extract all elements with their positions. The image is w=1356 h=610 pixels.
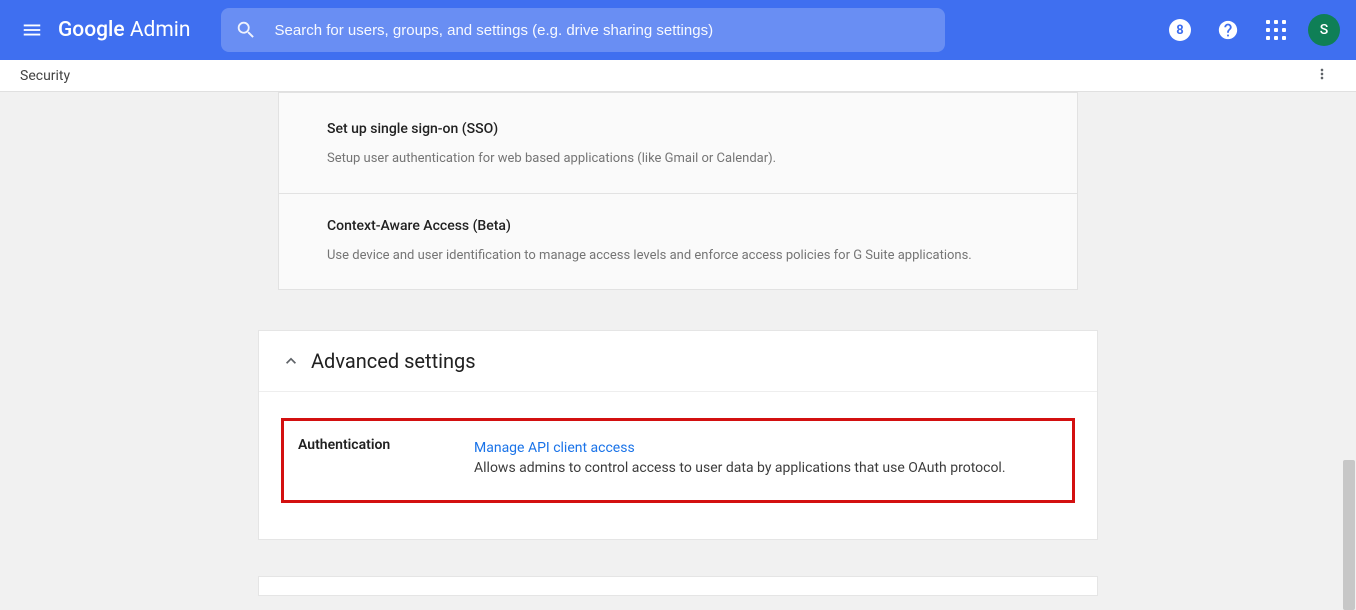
advanced-settings-toggle[interactable]: Advanced settings: [259, 331, 1097, 392]
scrollbar-track[interactable]: [1342, 92, 1356, 606]
sub-header: Security: [0, 60, 1356, 92]
page-content: Set up single sign-on (SSO) Setup user a…: [0, 92, 1356, 606]
chevron-up-icon: [281, 351, 301, 371]
row-title: Set up single sign-on (SSO): [327, 121, 1029, 137]
authentication-label: Authentication: [298, 437, 474, 476]
search-bar[interactable]: [221, 8, 945, 52]
setting-row-context-aware[interactable]: Context-Aware Access (Beta) Use device a…: [279, 193, 1077, 290]
account-avatar[interactable]: S: [1304, 10, 1344, 50]
header-actions: 8 S: [1160, 10, 1344, 50]
logo-google-text: Google: [58, 18, 125, 42]
settings-card-group: Set up single sign-on (SSO) Setup user a…: [278, 92, 1078, 290]
logo-admin-text: Admin: [125, 18, 191, 42]
authentication-description: Allows admins to control access to user …: [474, 460, 1058, 476]
advanced-settings-body: Authentication Manage API client access …: [259, 392, 1097, 539]
next-card-peek: [258, 576, 1098, 596]
app-logo[interactable]: Google Admin: [58, 18, 191, 42]
advanced-settings-card: Advanced settings Authentication Manage …: [258, 330, 1098, 540]
manage-api-client-access-link[interactable]: Manage API client access: [474, 440, 635, 456]
updates-icon[interactable]: 8: [1160, 10, 1200, 50]
search-input[interactable]: [275, 22, 931, 39]
hamburger-menu-icon[interactable]: [12, 10, 52, 50]
help-icon[interactable]: [1208, 10, 1248, 50]
authentication-highlight: Authentication Manage API client access …: [281, 418, 1075, 503]
advanced-settings-title: Advanced settings: [311, 349, 476, 373]
breadcrumb: Security: [20, 68, 70, 84]
more-options-icon[interactable]: [1308, 60, 1336, 92]
app-header: Google Admin 8 S: [0, 0, 1356, 60]
apps-launcher-icon[interactable]: [1256, 10, 1296, 50]
setting-row-sso[interactable]: Set up single sign-on (SSO) Setup user a…: [279, 92, 1077, 193]
row-title: Context-Aware Access (Beta): [327, 218, 1029, 234]
row-description: Use device and user identification to ma…: [327, 246, 1029, 266]
row-description: Setup user authentication for web based …: [327, 149, 1029, 169]
scrollbar-thumb[interactable]: [1343, 460, 1355, 610]
search-icon: [235, 19, 257, 41]
